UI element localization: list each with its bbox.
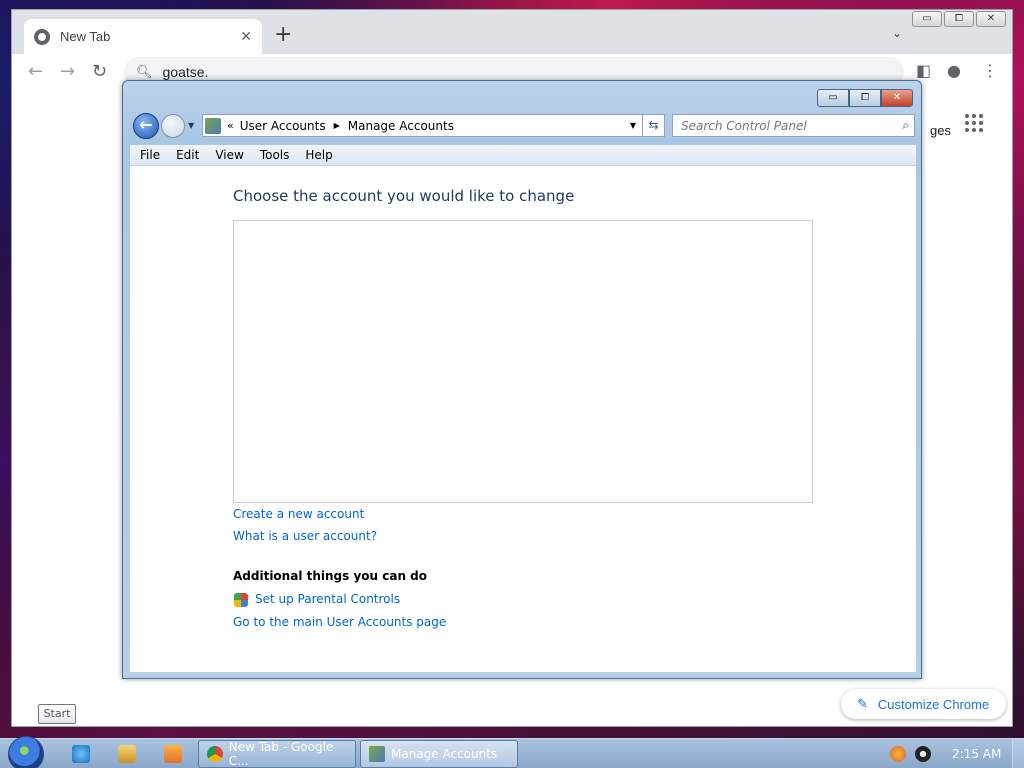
search-icon: 🔍︎ <box>136 64 153 80</box>
taskbar: New Tab - Google C... Manage Accounts 2:… <box>0 736 1024 768</box>
reload-icon[interactable]: ↻ <box>92 61 107 82</box>
maximize-button[interactable]: ⧠ <box>849 89 881 107</box>
breadcrumb-overflow-icon[interactable]: « <box>227 119 234 132</box>
content-pane: Choose the account you would like to cha… <box>130 166 916 672</box>
minimize-button[interactable]: ▭ <box>912 11 942 27</box>
manage-accounts-window: ▭ ⧠ ✕ ← ▼ « User Accounts ▶ Manage Accou… <box>122 80 922 679</box>
main-user-accounts-link[interactable]: Go to the main User Accounts page <box>233 615 446 629</box>
parental-controls-link[interactable]: Set up Parental Controls <box>255 592 400 606</box>
close-button[interactable]: ✕ <box>976 11 1006 27</box>
chrome-tabstrip: New Tab ✕ + ⌄ ▭ ⧠ ✕ <box>12 10 1012 54</box>
search-icon[interactable]: ⌕ <box>902 118 909 133</box>
more-menu-icon[interactable]: ⋮ <box>982 61 998 80</box>
show-desktop-button[interactable] <box>1012 739 1024 768</box>
tab-close-icon[interactable]: ✕ <box>240 29 252 45</box>
tray-search-icon[interactable] <box>890 746 906 762</box>
chrome-logo-icon <box>34 28 50 45</box>
page-title: Choose the account you would like to cha… <box>233 187 575 205</box>
close-button[interactable]: ✕ <box>881 89 913 107</box>
menu-tools[interactable]: Tools <box>260 148 290 162</box>
forward-arrow-icon[interactable]: → <box>60 61 75 82</box>
internet-explorer-icon[interactable] <box>72 745 90 763</box>
menu-help[interactable]: Help <box>305 148 332 162</box>
refresh-button[interactable]: ⇆ <box>642 114 665 137</box>
menu-bar: File Edit View Tools Help <box>130 145 916 166</box>
back-button[interactable]: ← <box>133 113 159 139</box>
maximize-button[interactable]: ⧠ <box>944 11 974 27</box>
taskbar-manage-accounts-label: Manage Accounts <box>391 747 498 761</box>
user-accounts-icon <box>369 746 385 762</box>
address-bar[interactable]: « User Accounts ▶ Manage Accounts ▼ <box>202 114 665 137</box>
chrome-logo-icon <box>207 746 223 762</box>
breadcrumb-user-accounts[interactable]: User Accounts <box>240 119 326 133</box>
new-tab-button[interactable]: + <box>274 24 292 46</box>
customize-chrome-button[interactable]: ✎ Customize Chrome <box>841 689 1006 719</box>
tab-title: New Tab <box>60 29 111 44</box>
apps-grid-icon[interactable] <box>965 114 983 132</box>
additional-things-heading: Additional things you can do <box>233 569 428 583</box>
taskbar-chrome-button[interactable]: New Tab - Google C... <box>198 740 356 768</box>
breadcrumb-separator-icon[interactable]: ▶ <box>334 121 340 130</box>
start-tooltip: Start <box>38 704 76 724</box>
parental-controls-icon <box>234 593 248 607</box>
control-panel-icon <box>205 117 221 134</box>
tab-search-icon[interactable]: ⌄ <box>892 26 902 40</box>
breadcrumb-manage-accounts[interactable]: Manage Accounts <box>348 119 454 133</box>
file-explorer-icon[interactable] <box>118 745 136 763</box>
search-box[interactable]: ⌕ <box>672 114 915 137</box>
tray-app-icon[interactable] <box>915 746 931 762</box>
omnibox-text: goatse. <box>162 64 209 80</box>
minimize-button[interactable]: ▭ <box>817 89 849 107</box>
accounts-list[interactable] <box>233 220 813 503</box>
taskbar-chrome-label: New Tab - Google C... <box>228 740 334 768</box>
search-input[interactable] <box>681 118 881 133</box>
chrome-tab-new-tab[interactable]: New Tab ✕ <box>24 19 262 54</box>
forward-button[interactable] <box>161 114 185 138</box>
what-is-account-link[interactable]: What is a user account? <box>233 529 377 543</box>
taskbar-clock[interactable]: 2:15 AM <box>952 747 1001 761</box>
explorer-window-controls: ▭ ⧠ ✕ <box>817 89 913 107</box>
pencil-icon: ✎ <box>857 696 868 711</box>
menu-file[interactable]: File <box>140 148 160 162</box>
images-link[interactable]: ges <box>930 123 951 138</box>
back-arrow-icon[interactable]: ← <box>28 61 43 82</box>
address-dropdown-icon[interactable]: ▼ <box>630 121 636 130</box>
menu-edit[interactable]: Edit <box>176 148 199 162</box>
side-panel-icon[interactable]: ◧ <box>916 61 931 80</box>
customize-chrome-label: Customize Chrome <box>877 696 990 712</box>
profile-avatar-icon[interactable]: ● <box>947 61 961 80</box>
chrome-window-controls: ▭ ⧠ ✕ <box>912 11 1006 27</box>
start-button[interactable] <box>8 736 44 768</box>
history-dropdown-icon[interactable]: ▼ <box>188 121 194 130</box>
menu-view[interactable]: View <box>215 148 243 162</box>
create-account-link[interactable]: Create a new account <box>233 507 364 521</box>
taskbar-manage-accounts-button[interactable]: Manage Accounts <box>360 740 518 768</box>
media-player-icon[interactable] <box>164 745 182 763</box>
